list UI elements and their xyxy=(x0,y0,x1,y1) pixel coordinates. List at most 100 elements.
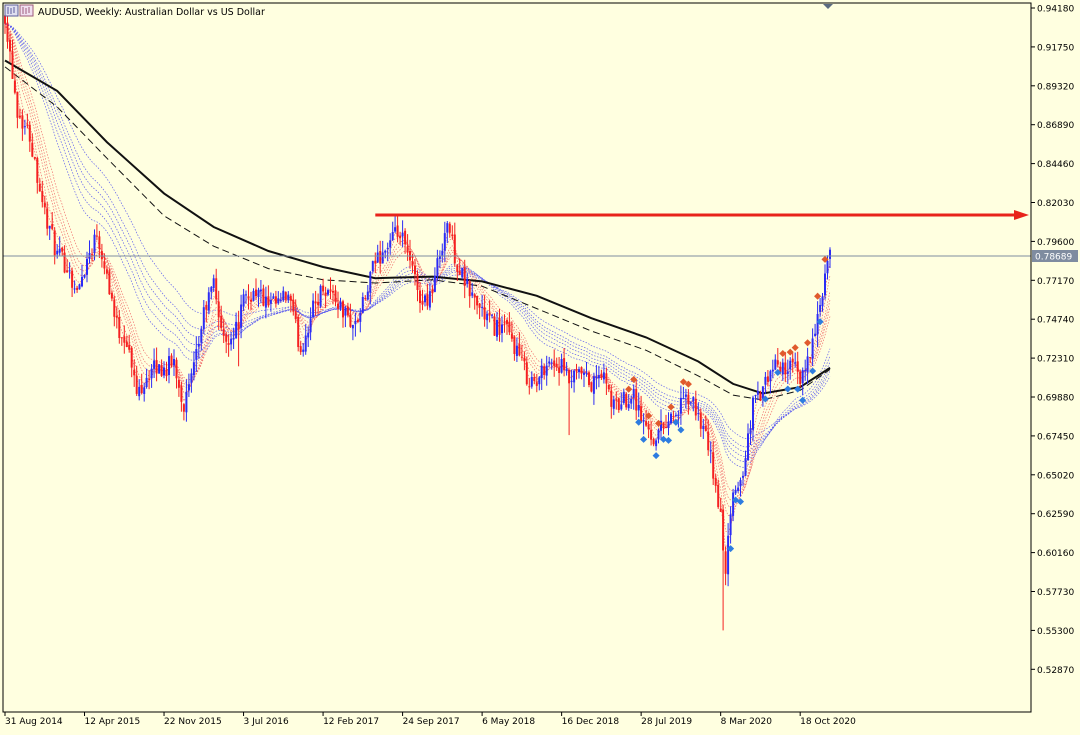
bear-candle xyxy=(607,384,610,390)
bear-candle xyxy=(297,316,300,347)
bull-candle xyxy=(597,375,600,379)
bear-candle xyxy=(543,366,546,375)
bull-candle xyxy=(737,487,740,491)
bull-candle xyxy=(811,338,814,359)
bear-candle xyxy=(796,361,799,372)
bear-candle xyxy=(525,362,528,385)
bull-candle xyxy=(441,250,444,256)
bear-candle xyxy=(247,296,250,299)
bear-candle xyxy=(498,318,501,335)
bear-candle xyxy=(217,301,220,318)
bear-candle xyxy=(299,346,302,353)
chart-canvas[interactable]: 0.78689 0.94180 0.91750 0.89320 0.86890 0.84… xyxy=(0,0,1080,731)
bull-candle xyxy=(252,290,255,301)
bull-candle xyxy=(565,368,568,372)
bear-candle xyxy=(140,384,143,394)
bull-candle xyxy=(642,419,645,422)
x-tick-label: 31 Aug 2014 xyxy=(5,717,63,727)
bull-candle xyxy=(632,388,635,398)
bull-candle xyxy=(689,402,692,404)
bear-candle xyxy=(267,296,270,306)
bear-candle xyxy=(349,314,352,327)
bear-candle xyxy=(605,373,608,384)
bear-candle xyxy=(776,360,779,365)
bear-candle xyxy=(13,80,16,93)
bear-candle xyxy=(647,424,650,430)
bull-candle xyxy=(486,313,489,321)
bear-candle xyxy=(155,360,158,374)
bear-candle xyxy=(563,358,566,371)
bear-candle xyxy=(399,235,402,239)
bull-candle xyxy=(259,289,262,292)
bull-candle xyxy=(145,377,148,387)
bear-candle xyxy=(518,344,521,356)
bull-candle xyxy=(816,314,819,335)
bear-candle xyxy=(463,267,466,286)
bull-candle xyxy=(230,338,233,345)
bear-candle xyxy=(722,509,725,551)
bull-candle xyxy=(774,359,777,370)
bear-candle xyxy=(404,230,407,245)
bull-candle xyxy=(163,367,165,376)
bear-candle xyxy=(600,373,603,378)
bull-candle xyxy=(351,325,354,329)
bull-candle xyxy=(739,480,742,487)
bear-candle xyxy=(528,386,531,388)
bull-candle xyxy=(232,337,235,340)
bear-candle xyxy=(665,427,667,429)
bear-candle xyxy=(568,370,571,384)
y-tick-label: 0.74740 xyxy=(1037,316,1074,326)
y-tick-label: 0.55300 xyxy=(1037,627,1074,637)
bear-candle xyxy=(133,369,136,376)
bear-candle xyxy=(108,271,111,295)
bear-candle xyxy=(100,251,103,260)
bull-candle xyxy=(187,384,190,391)
bear-candle xyxy=(503,322,506,324)
bear-candle xyxy=(523,357,526,362)
bear-candle xyxy=(510,333,513,339)
bull-candle xyxy=(173,359,175,366)
bear-candle xyxy=(483,307,486,320)
bull-candle xyxy=(622,392,625,403)
bull-candle xyxy=(794,362,797,364)
bull-candle xyxy=(344,308,347,316)
bull-candle xyxy=(595,376,598,379)
bull-candle xyxy=(612,399,615,409)
bull-candle xyxy=(578,369,580,373)
bull-candle xyxy=(702,425,705,429)
bear-candle xyxy=(558,368,561,373)
bear-candle xyxy=(364,298,367,299)
bear-candle xyxy=(337,303,339,309)
bear-candle xyxy=(76,287,79,290)
bear-candle xyxy=(451,234,454,237)
bear-candle xyxy=(396,225,399,237)
bear-candle xyxy=(421,300,424,305)
bear-candle xyxy=(237,322,240,330)
bear-candle xyxy=(66,270,69,273)
bull-candle xyxy=(359,313,362,322)
bear-candle xyxy=(16,91,19,118)
bull-candle xyxy=(68,270,71,272)
bear-candle xyxy=(707,431,710,451)
bull-candle xyxy=(339,301,342,308)
chart-window[interactable]: 0.78689 0.94180 0.91750 0.89320 0.86890 0.84… xyxy=(0,0,1080,731)
bear-candle xyxy=(448,223,451,233)
bear-candle xyxy=(617,398,620,410)
bull-candle xyxy=(749,428,752,434)
bull-candle xyxy=(210,287,213,292)
bull-candle xyxy=(138,386,141,397)
bear-candle xyxy=(431,289,434,294)
bull-candle xyxy=(570,380,573,382)
bear-candle xyxy=(635,388,638,411)
bull-candle xyxy=(436,258,439,277)
bull-candle xyxy=(81,276,83,287)
bear-candle xyxy=(53,230,56,256)
bull-candle xyxy=(240,304,243,328)
bear-candle xyxy=(342,301,344,318)
bear-candle xyxy=(294,311,297,320)
bear-candle xyxy=(110,292,113,299)
bear-candle xyxy=(225,334,228,342)
bull-candle xyxy=(655,440,658,447)
bear-candle xyxy=(322,285,325,292)
bear-candle xyxy=(148,378,151,380)
